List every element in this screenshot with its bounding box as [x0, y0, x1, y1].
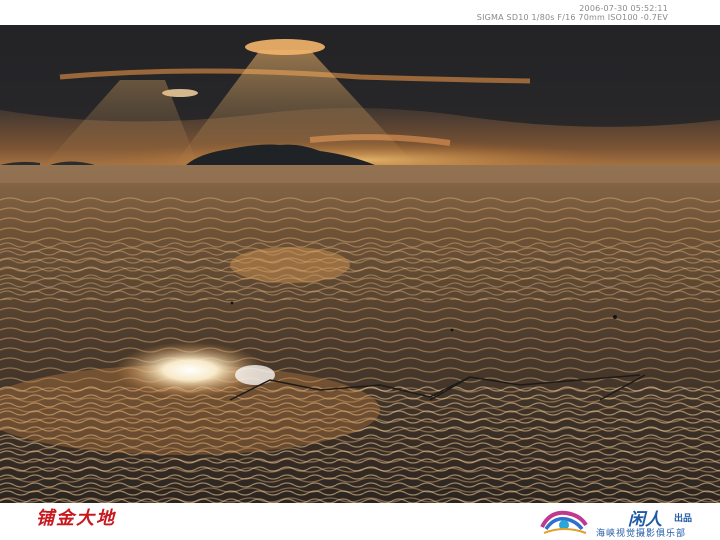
- calligraphy-title: 铺金大地: [36, 508, 116, 529]
- club-logo: 闲人 出品 海峡视觉摄影俱乐部: [540, 505, 720, 540]
- exif-datetime: 2006-07-30 05:52:11: [579, 4, 668, 13]
- logo-club-name: 海峡视觉摄影俱乐部: [596, 529, 687, 539]
- logo-suffix: 出品: [674, 514, 693, 524]
- exif-info: 2006-07-30 05:52:11 SIGMA SD10 1/80s F/1…: [477, 4, 668, 22]
- exif-camera-settings: SIGMA SD10 1/80s F/16 70mm ISO100 -0.7EV: [476, 13, 668, 22]
- sunrise-mudflat-photo: [0, 25, 720, 503]
- wave-logo-icon: [540, 510, 588, 534]
